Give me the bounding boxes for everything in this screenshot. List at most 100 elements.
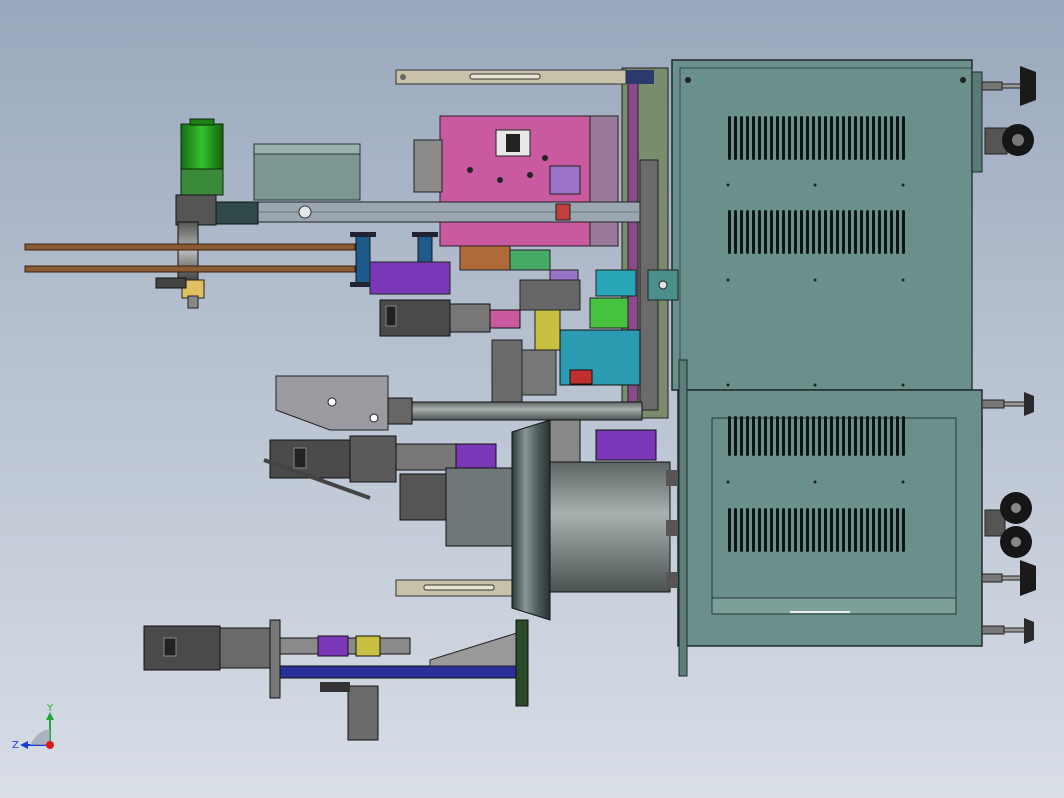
vent-slot: [842, 508, 845, 552]
vent-slot: [836, 116, 839, 160]
vent-slot: [764, 416, 767, 456]
gearbox: [399, 473, 451, 521]
vent-slot: [782, 116, 785, 160]
vent-slot: [734, 210, 737, 254]
caster-wheel[interactable]: [984, 124, 1034, 156]
vent-slot: [758, 416, 761, 456]
vent-slot: [800, 116, 803, 160]
vent-slot: [758, 210, 761, 254]
vent-slot: [770, 416, 773, 456]
vent-slot: [740, 210, 743, 254]
vent-slot: [854, 210, 857, 254]
vent-slot: [806, 210, 809, 254]
vent-slot: [890, 210, 893, 254]
vent-slot: [788, 416, 791, 456]
vent-slot: [794, 210, 797, 254]
upper-electrical-cabinet[interactable]: [671, 59, 983, 391]
lower-electrical-cabinet[interactable]: [677, 359, 983, 677]
leveling-foot[interactable]: [981, 392, 1034, 416]
cad-viewport[interactable]: Y Z: [0, 0, 1064, 798]
vent-slot: [902, 210, 905, 254]
vent-slot: [728, 210, 731, 254]
vent-slot: [728, 416, 731, 456]
vent-slot: [884, 508, 887, 552]
vent-slot: [734, 416, 737, 456]
vent-slot: [794, 416, 797, 456]
vent-slot: [782, 416, 785, 456]
vent-slot: [812, 416, 815, 456]
vent-slot: [842, 116, 845, 160]
vent-slot: [842, 416, 845, 456]
vent-slot: [788, 116, 791, 160]
vent-slot: [884, 116, 887, 160]
vent-slot: [896, 508, 899, 552]
caster-wheel[interactable]: [984, 492, 1032, 558]
vent-slot: [818, 416, 821, 456]
vent-slot: [824, 210, 827, 254]
vent-slot: [848, 508, 851, 552]
motor-mount-plate: [445, 467, 517, 547]
vent-slot: [896, 416, 899, 456]
vent-slot: [854, 416, 857, 456]
vent-slot: [752, 116, 755, 160]
vent-slot: [776, 116, 779, 160]
vent-slot: [734, 508, 737, 552]
vent-slot: [896, 116, 899, 160]
z-axis-label: Z: [12, 740, 19, 751]
vent-slot: [746, 116, 749, 160]
vent-slot: [746, 210, 749, 254]
vent-slot: [824, 416, 827, 456]
vent-slot: [878, 416, 881, 456]
vent-slot: [830, 210, 833, 254]
vent-slot: [860, 116, 863, 160]
vent-slot: [776, 416, 779, 456]
vent-slot: [878, 116, 881, 160]
vent-slot: [800, 416, 803, 456]
vent-slot: [764, 508, 767, 552]
vent-slot: [836, 508, 839, 552]
vent-slot: [812, 508, 815, 552]
vent-slot: [866, 210, 869, 254]
purple-bracket: [369, 261, 451, 295]
vent-slot: [866, 416, 869, 456]
vent-slot: [752, 508, 755, 552]
vent-slot: [782, 210, 785, 254]
vent-slot: [860, 508, 863, 552]
vent-slot: [746, 416, 749, 456]
vent-slot: [746, 508, 749, 552]
horizontal-beam: [211, 201, 641, 225]
magenta-die-block[interactable]: [413, 115, 619, 247]
vent-slot: [752, 210, 755, 254]
vent-slot: [866, 116, 869, 160]
leveling-foot[interactable]: [981, 66, 1036, 106]
leveling-foot[interactable]: [981, 560, 1036, 596]
vent-slot: [830, 416, 833, 456]
vent-slot: [806, 508, 809, 552]
vent-slot: [740, 116, 743, 160]
vent-slot: [770, 116, 773, 160]
vibratory-bowl-feeder[interactable]: [511, 419, 678, 621]
vent-slot: [860, 210, 863, 254]
feeding-mechanism[interactable]: [459, 245, 641, 421]
vent-slot: [758, 116, 761, 160]
vent-slot: [752, 416, 755, 456]
vent-slot: [830, 116, 833, 160]
vent-slot: [902, 116, 905, 160]
vent-slot: [890, 416, 893, 456]
vent-slot: [866, 508, 869, 552]
servo-motor[interactable]: [379, 299, 521, 337]
vent-slot: [854, 116, 857, 160]
vent-slot: [836, 210, 839, 254]
leveling-foot[interactable]: [981, 618, 1034, 644]
vent-slot: [812, 210, 815, 254]
storage-box: [253, 143, 361, 201]
vent-slot: [770, 210, 773, 254]
vent-slot: [902, 416, 905, 456]
vent-slot: [872, 416, 875, 456]
vent-slot: [806, 116, 809, 160]
vent-slot: [872, 116, 875, 160]
vent-slot: [848, 210, 851, 254]
vent-slot: [848, 116, 851, 160]
vent-slot: [776, 210, 779, 254]
vent-slot: [884, 416, 887, 456]
